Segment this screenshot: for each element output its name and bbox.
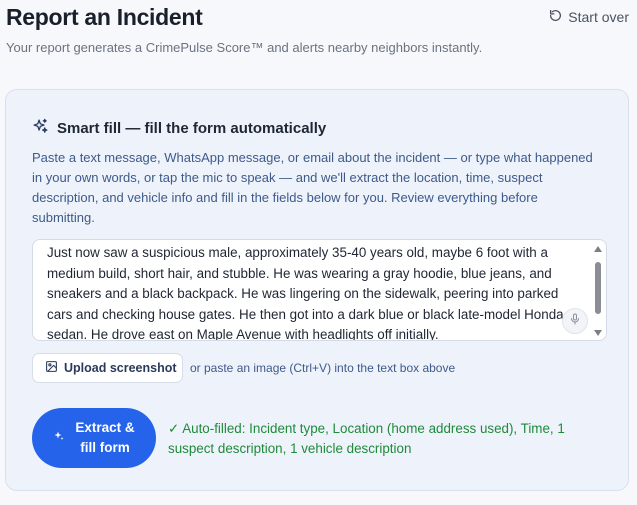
extract-fill-label: Extract & fill form bbox=[75, 418, 134, 458]
smart-fill-heading-row: Smart fill — fill the form automatically bbox=[32, 118, 326, 139]
textarea-scrollbar[interactable] bbox=[592, 242, 604, 338]
smart-fill-heading: Smart fill — fill the form automatically bbox=[57, 120, 327, 137]
autofill-status-message: ✓ Auto-filled: Incident type, Location (… bbox=[168, 421, 565, 456]
start-over-button[interactable]: Start over bbox=[549, 9, 629, 25]
page-subtitle: Your report generates a CrimePulse Score… bbox=[6, 40, 483, 55]
sparkles-icon bbox=[32, 118, 49, 139]
extract-fill-label-line2: fill form bbox=[80, 440, 130, 455]
scroll-down-arrow-icon[interactable] bbox=[594, 330, 602, 336]
rotate-ccw-icon bbox=[549, 9, 562, 25]
smart-fill-card: Smart fill — fill the form automatically… bbox=[5, 89, 629, 491]
sparkles-icon bbox=[53, 428, 65, 448]
extract-fill-button[interactable]: Extract & fill form bbox=[32, 408, 156, 468]
scroll-thumb[interactable] bbox=[595, 262, 601, 314]
page-title: Report an Incident bbox=[6, 4, 203, 30]
scroll-up-arrow-icon[interactable] bbox=[594, 246, 602, 252]
upload-screenshot-button[interactable]: Upload screenshot bbox=[32, 353, 183, 383]
image-icon bbox=[45, 360, 58, 376]
paste-image-hint: or paste an image (Ctrl+V) into the text… bbox=[190, 361, 456, 375]
microphone-button[interactable] bbox=[562, 308, 588, 334]
microphone-icon bbox=[569, 312, 581, 330]
incident-text-input[interactable]: Just now saw a suspicious male, approxim… bbox=[32, 239, 607, 341]
start-over-label: Start over bbox=[568, 9, 629, 25]
extract-fill-label-line1: Extract & bbox=[75, 420, 135, 435]
incident-text-value: Just now saw a suspicious male, approxim… bbox=[47, 245, 564, 341]
smart-fill-description: Paste a text message, WhatsApp message, … bbox=[32, 150, 593, 225]
upload-screenshot-label: Upload screenshot bbox=[64, 361, 177, 375]
